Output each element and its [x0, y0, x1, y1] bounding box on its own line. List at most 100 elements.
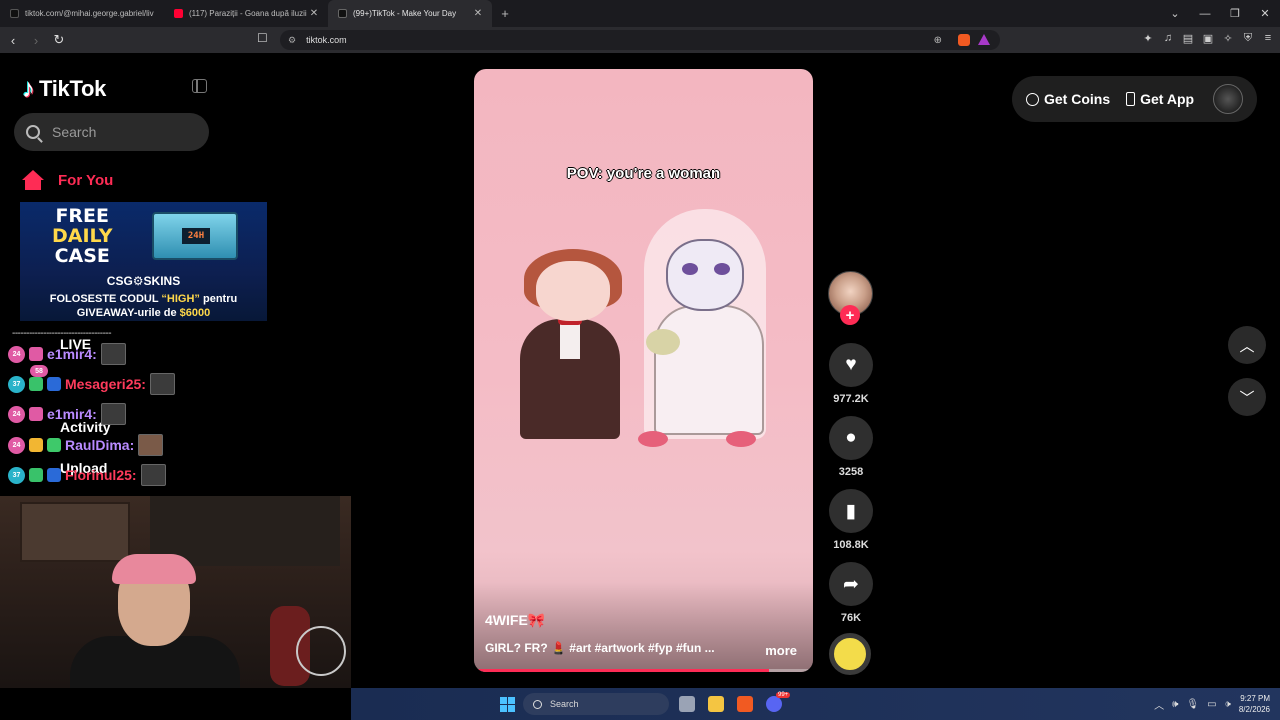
maximize-icon[interactable]: ❐ — [1220, 0, 1250, 27]
code-prefix: FOLOSESTE CODUL — [49, 293, 162, 305]
chat-username: Florinul25: — [65, 467, 137, 483]
level-badge: 24 — [8, 345, 25, 363]
brave-rewards-icon[interactable] — [978, 34, 990, 45]
minimize-icon[interactable]: — — [1190, 0, 1220, 27]
windows-start-icon[interactable] — [500, 697, 515, 712]
collapse-sidebar-icon[interactable] — [192, 79, 207, 93]
close-window-icon[interactable]: ✕ — [1250, 0, 1280, 27]
address-bar[interactable]: ⚙ tiktok.com ⊕ — [280, 30, 1000, 50]
video-illustration — [514, 209, 774, 449]
search-bar[interactable] — [14, 113, 209, 151]
reload-icon[interactable]: ↻ — [49, 30, 69, 50]
menu-icon[interactable]: ≡ — [1262, 32, 1274, 44]
get-coins-button[interactable]: Get Coins — [1026, 91, 1110, 107]
top-right-actions: Get Coins Get App — [1012, 76, 1257, 122]
sub-badge-icon — [29, 377, 43, 391]
browser-tab-youtube[interactable]: (117) Paraziții - Goana după iluzii ✕ — [164, 0, 328, 27]
browser-toolbar: ‹ › ↻ ☐ ⚙ tiktok.com ⊕ ✦ ♫ ▤ ▣ ✧ ⛨ ≡ — [0, 27, 1280, 53]
wallet-icon[interactable]: ▣ — [1202, 32, 1214, 45]
display-icon[interactable]: ▭ — [1207, 699, 1216, 710]
tray-overflow-icon[interactable]: ︿ — [1154, 697, 1164, 712]
video-progress-bar[interactable] — [474, 669, 813, 672]
level-badge: 37 — [8, 375, 25, 393]
new-tab-button[interactable]: + — [492, 0, 518, 27]
like-count: 977.2K — [833, 393, 869, 405]
code-suffix: pentru — [199, 293, 238, 305]
discord-icon[interactable] — [766, 696, 782, 712]
phone-icon — [1126, 92, 1136, 106]
sidebar-item-for-you[interactable]: For You — [22, 170, 113, 190]
browser-tab-tiktok[interactable]: (99+)TikTok - Make Your Day ✕ — [328, 0, 492, 27]
site-settings-icon[interactable]: ⚙ — [288, 35, 296, 46]
leo-ai-icon[interactable]: ✧ — [1222, 32, 1234, 45]
emote-icon — [138, 434, 164, 456]
brave-shields-icon[interactable] — [958, 34, 970, 46]
get-app-button[interactable]: Get App — [1126, 91, 1194, 107]
media-icon[interactable]: ♫ — [1162, 32, 1174, 44]
progress-fill — [474, 669, 769, 672]
banner-brand: CSG⚙SKINS — [106, 274, 181, 288]
banner-line: DAILY — [52, 225, 113, 247]
banner-line: FREE — [55, 205, 110, 227]
tiktok-logo[interactable]: ♪ TikTok — [22, 73, 106, 104]
sub-badge-icon — [29, 407, 43, 421]
tab-title: (117) Paraziții - Goana după iluzii — [189, 9, 307, 18]
sub-badge-icon — [29, 468, 43, 482]
bookmark-icon[interactable]: ▮ — [829, 489, 873, 533]
microphone-icon[interactable]: 🎙 — [1186, 699, 1199, 710]
forward-icon[interactable]: › — [26, 30, 46, 50]
share-action[interactable]: ➦ 76K — [828, 562, 874, 624]
search-icon — [533, 699, 542, 709]
video-description: GIRL? FR? 💄 #art #artwork #fyp #fun ... — [485, 641, 715, 655]
speaker-icon[interactable]: 🕩 — [1225, 699, 1231, 710]
save-action[interactable]: ▮ 108.8K — [828, 489, 874, 551]
like-action[interactable]: ♥ 977.2K — [828, 343, 874, 405]
streamer-webcam — [0, 496, 351, 688]
brave-browser-icon[interactable] — [737, 696, 753, 712]
share-icon[interactable]: ➦ — [829, 562, 873, 606]
next-video-button[interactable]: ﹀ — [1228, 378, 1266, 416]
background-shelf — [20, 502, 130, 562]
vpn-icon[interactable]: ⛨ — [1242, 32, 1254, 44]
comment-icon[interactable]: ● — [829, 416, 873, 460]
tab-search-icon[interactable]: ⌄ — [1160, 0, 1190, 27]
close-tab-icon[interactable]: ✕ — [472, 8, 484, 19]
groom-shirt — [560, 319, 580, 359]
chat-username: RaulDima: — [65, 437, 135, 453]
comment-action[interactable]: ● 3258 — [828, 416, 874, 478]
task-view-icon[interactable] — [679, 696, 695, 712]
video-player[interactable]: POV: you’re a woman 4WIFE🎀 GIRL? FR? 💄 #… — [474, 69, 813, 672]
banner-line: CASE — [54, 245, 110, 267]
extensions-icon[interactable]: ✦ — [1142, 32, 1154, 45]
taskbar-search[interactable]: Search — [523, 693, 669, 715]
chat-message: 37 Florinul25: — [8, 464, 166, 486]
level-badge: 24 — [8, 405, 25, 423]
bookmark-icon[interactable]: ☐ — [257, 31, 268, 45]
follow-button[interactable]: + — [840, 305, 860, 325]
sponsor-banner: FREE DAILY CASE 24H CSG⚙SKINS FOLOSESTE … — [20, 202, 267, 321]
sidebar-icon[interactable]: ▤ — [1182, 32, 1194, 45]
previous-video-button[interactable]: ︿ — [1228, 326, 1266, 364]
chat-username: e1mir4: — [47, 346, 97, 362]
bride-dress — [654, 305, 764, 435]
case-crate-image: 24H — [152, 212, 238, 260]
crown-badge-icon — [29, 438, 43, 452]
search-input[interactable] — [52, 124, 192, 140]
volume-icon[interactable]: 🕪 — [1172, 699, 1178, 710]
close-tab-icon[interactable]: ✕ — [308, 8, 320, 19]
system-tray: ︿ 🕪 🎙 ▭ 🕩 9:27 PM 8/2/2026 — [1154, 688, 1270, 720]
tiktok-icon — [10, 9, 19, 18]
giveaway-amount: $6000 — [179, 307, 211, 319]
video-title[interactable]: 4WIFE🎀 — [485, 612, 545, 629]
browser-tab-tiktok-live[interactable]: tiktok.com/@mihai.george.gabriel/liv — [0, 0, 164, 27]
heart-icon[interactable]: ♥ — [829, 343, 873, 387]
taskbar-clock[interactable]: 9:27 PM 8/2/2026 — [1239, 693, 1270, 715]
file-explorer-icon[interactable] — [708, 696, 724, 712]
back-icon[interactable]: ‹ — [3, 30, 23, 50]
music-disc-icon[interactable] — [829, 633, 871, 675]
zoom-icon[interactable]: ⊕ — [934, 35, 942, 46]
more-button[interactable]: more — [765, 643, 797, 658]
profile-avatar[interactable] — [1213, 84, 1243, 114]
crate-label: 24H — [182, 228, 210, 244]
skull-eye — [682, 263, 698, 275]
